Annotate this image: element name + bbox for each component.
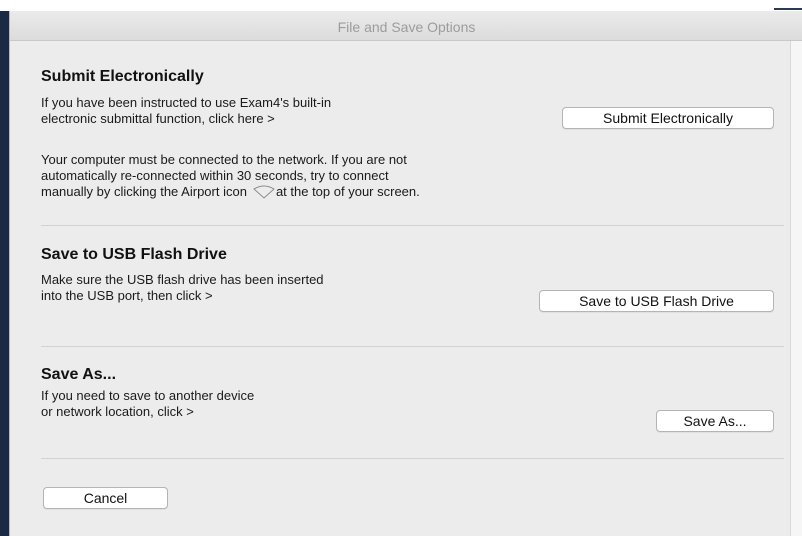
usb-instruction-line1: Make sure the USB flash drive has been i…: [41, 272, 324, 287]
file-save-options-dialog: File and Save Options Submit Electronica…: [9, 11, 802, 536]
save-to-usb-button[interactable]: Save to USB Flash Drive: [539, 290, 774, 312]
submit-instruction-line1: If you have been instructed to use Exam4…: [41, 95, 332, 110]
network-note-line1: Your computer must be connected to the n…: [41, 152, 407, 167]
save-as-button[interactable]: Save As...: [656, 410, 774, 432]
section-divider: [41, 346, 784, 347]
window-frame-edge: [790, 41, 802, 536]
submit-instruction-line2: electronic submittal function, click her…: [41, 111, 275, 126]
desktop-background-top: [0, 0, 802, 11]
usb-section-heading: Save to USB Flash Drive: [41, 246, 227, 263]
window-titlebar[interactable]: File and Save Options: [10, 11, 802, 41]
saveas-instruction-line2: or network location, click >: [41, 404, 194, 419]
submit-electronically-button[interactable]: Submit Electronically: [562, 107, 774, 129]
menu-bar-edge: [774, 8, 802, 10]
submit-section-heading: Submit Electronically: [41, 68, 204, 85]
section-divider: [41, 458, 784, 459]
network-note-line3-start: manually by clicking the Airport icon: [41, 184, 247, 199]
usb-instruction-line2: into the USB port, then click >: [41, 288, 213, 303]
desktop-background-left: [0, 0, 9, 536]
cancel-button[interactable]: Cancel: [43, 487, 168, 509]
network-note-line2: automatically re-connected within 30 sec…: [41, 168, 389, 183]
network-note-line3: manually by clicking the Airport icon at …: [41, 184, 420, 203]
wifi-icon: [253, 185, 275, 203]
network-note-line3-end: at the top of your screen.: [275, 184, 420, 199]
saveas-section-heading: Save As...: [41, 366, 117, 383]
section-divider: [41, 225, 784, 226]
saveas-instruction-line1: If you need to save to another device: [41, 388, 255, 403]
window-title: File and Save Options: [337, 19, 476, 35]
